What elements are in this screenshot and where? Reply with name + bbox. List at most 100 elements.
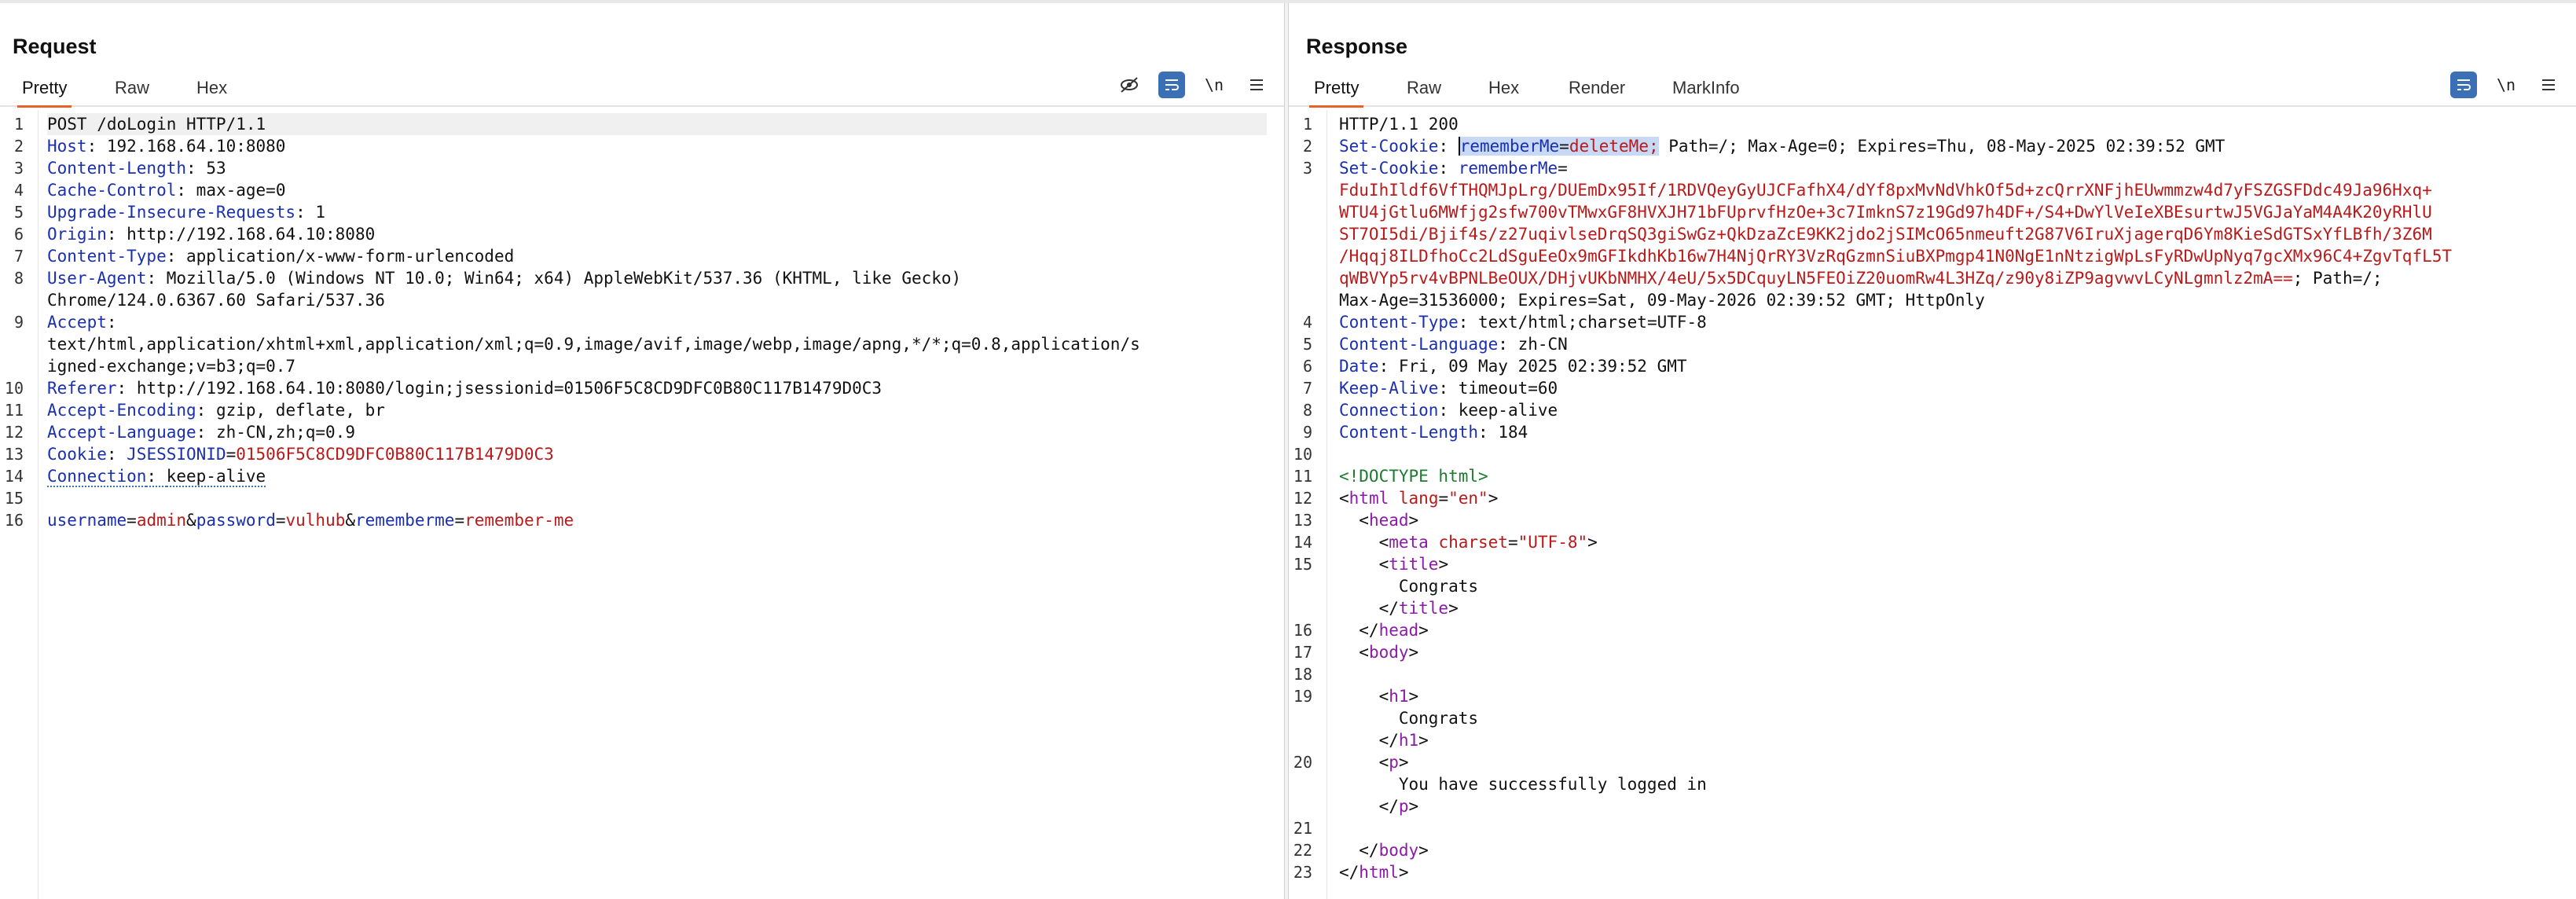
line-number: 16 [4, 511, 24, 530]
line-number: 6 [13, 225, 24, 244]
tag-name: html [1349, 489, 1389, 508]
header-value: 184 [1498, 423, 1528, 442]
line-number: 15 [4, 489, 24, 508]
header-key: Accept-Encoding [47, 401, 196, 420]
header-row: Content-Language: zh-CN [1339, 335, 1568, 354]
cookie-value-part: /Hqqj8ILDfhoCc2LdSguEeOx9mGFIkdhKb16w7H4… [1339, 247, 2453, 266]
attr-value: "UTF-8" [1517, 533, 1588, 552]
line-number: 1 [13, 115, 24, 134]
hide-nonprintable-button[interactable] [1116, 72, 1143, 98]
p-close: </p> [1339, 797, 1419, 816]
header-row: Origin: http://192.168.64.10:8080 [47, 225, 376, 244]
line-number: 21 [1293, 819, 1312, 838]
tag-name: h1 [1389, 687, 1409, 706]
header-value: text/html;charset=UTF-8 [1478, 313, 1707, 332]
line-number: 23 [1293, 863, 1312, 882]
cookie-value-part: qWBVYp5rv4vBPNLBeOUX/DHjvUKbNMHX/4eU/5x5… [1339, 269, 2293, 288]
header-key: Referer [47, 379, 117, 398]
line-number: 18 [1293, 665, 1312, 684]
tag-name: html [1359, 863, 1399, 882]
header-row: Content-Type: application/x-www-form-url… [47, 247, 515, 266]
header-continuation: Chrome/124.0.6367.60 Safari/537.36 [47, 291, 385, 310]
param-value: vulhub [285, 511, 346, 530]
tab-hex[interactable]: Hex [196, 77, 227, 105]
request-code: POST /doLogin HTTP/1.1 Host: 192.168.64.… [47, 113, 1267, 531]
header-value: 192.168.64.10:8080 [106, 137, 286, 156]
h1-text: Congrats [1339, 707, 2565, 729]
tag-name: title [1389, 555, 1439, 574]
tab-markinfo[interactable]: MarkInfo [1672, 77, 1740, 105]
cookie-value-part: WTU4jGtlu6MWfjg2sfw700vTMwxGF8HVXJH71bFU… [1339, 203, 2432, 222]
header-key: Keep-Alive [1339, 379, 1439, 398]
header-value: zh-CN [1517, 335, 1568, 354]
line-number: 19 [1293, 687, 1312, 706]
header-row: Accept: [47, 313, 117, 332]
cookie-name: rememberMe [1458, 159, 1558, 178]
header-value: gzip, deflate, br [215, 401, 385, 420]
attr-value: "en" [1448, 489, 1488, 508]
header-value: max-age=0 [196, 181, 286, 200]
line-number: 13 [4, 445, 24, 464]
header-value: http://192.168.64.10:8080 [127, 225, 376, 244]
header-key: Content-Type [47, 247, 167, 266]
header-key: Set-Cookie [1339, 159, 1439, 178]
tab-pretty[interactable]: Pretty [17, 77, 72, 108]
wrap-lines-toggle[interactable] [2450, 72, 2477, 98]
tab-raw[interactable]: Raw [115, 77, 149, 105]
wrap-icon [1165, 79, 1179, 90]
cookie-attrs: ; Path=/; [2292, 269, 2383, 288]
tab-raw[interactable]: Raw [1407, 77, 1441, 105]
header-value: Path=/; Max-Age=0; Expires=Thu, 08-May-2… [1668, 137, 2226, 156]
p-open: <p> [1339, 753, 1409, 772]
header-value: application/x-www-form-urlencoded [186, 247, 515, 266]
line-number: 20 [1293, 753, 1312, 772]
response-code: HTTP/1.1 200 Set-Cookie: rememberMe=dele… [1339, 113, 2565, 883]
wrap-lines-toggle[interactable] [1158, 72, 1185, 98]
request-panel: Request Pretty Raw Hex \n 1 2 3 4 5 6 7 … [0, 3, 1284, 899]
menu-button[interactable] [2535, 72, 2562, 98]
menu-button[interactable] [1243, 72, 1270, 98]
header-value: http://192.168.64.10:8080/login;jsession… [136, 379, 883, 398]
request-editor[interactable]: 1 2 3 4 5 6 7 8 9 10 11 12 13 14 15 16 P… [0, 110, 1284, 899]
line-number: 8 [1302, 401, 1312, 420]
line-number: 10 [4, 379, 24, 398]
eye-slash-icon [1121, 77, 1138, 93]
line-number: 3 [13, 159, 24, 178]
body-close: </body> [1339, 841, 1429, 860]
header-value: zh-CN,zh;q=0.9 [215, 423, 355, 442]
head-open: <head> [1339, 511, 1419, 530]
response-editor[interactable]: 1 2 3 4 5 6 7 8 9 10 11 12 13 14 15 16 1… [1289, 110, 2576, 899]
header-row: Connection: keep-alive [1339, 401, 1558, 420]
line-number: 11 [1293, 467, 1312, 486]
text-node: Congrats [1398, 577, 1479, 596]
show-newlines-button[interactable]: \n [1201, 72, 1227, 98]
text-node: You have successfully logged in [1398, 775, 1707, 794]
header-row: Accept-Encoding: gzip, deflate, br [47, 401, 385, 420]
header-key: Connection [47, 467, 147, 487]
line-number: 6 [1302, 357, 1312, 376]
line-number: 4 [1302, 313, 1312, 332]
show-newlines-button[interactable]: \n [2493, 72, 2519, 98]
cookie-value-part: ST7OI5di/Bjif4s/z27uqivlseDrqSQ3giSwGz+Q… [1339, 225, 2432, 244]
title-close: </title> [1339, 599, 1459, 618]
line-number: 7 [13, 247, 24, 266]
header-value: keep-alive [1458, 401, 1558, 420]
tab-pretty[interactable]: Pretty [1309, 77, 1364, 108]
tag-name: p [1398, 797, 1409, 816]
line-number: 22 [1293, 841, 1312, 860]
tag-name: title [1398, 599, 1449, 618]
header-key: Accept [47, 313, 107, 332]
text-node: Congrats [1398, 709, 1479, 728]
tab-render[interactable]: Render [1569, 77, 1625, 105]
tab-hex[interactable]: Hex [1488, 77, 1519, 105]
header-key: Content-Length [1339, 423, 1479, 442]
tag-name: p [1389, 753, 1399, 772]
line-number: 9 [13, 313, 24, 332]
header-row: Connection: keep-alive [47, 467, 266, 487]
line-number: 9 [1302, 423, 1312, 442]
line-number: 2 [13, 137, 24, 156]
response-tabs: Pretty Raw Hex Render MarkInfo [1289, 71, 2576, 108]
